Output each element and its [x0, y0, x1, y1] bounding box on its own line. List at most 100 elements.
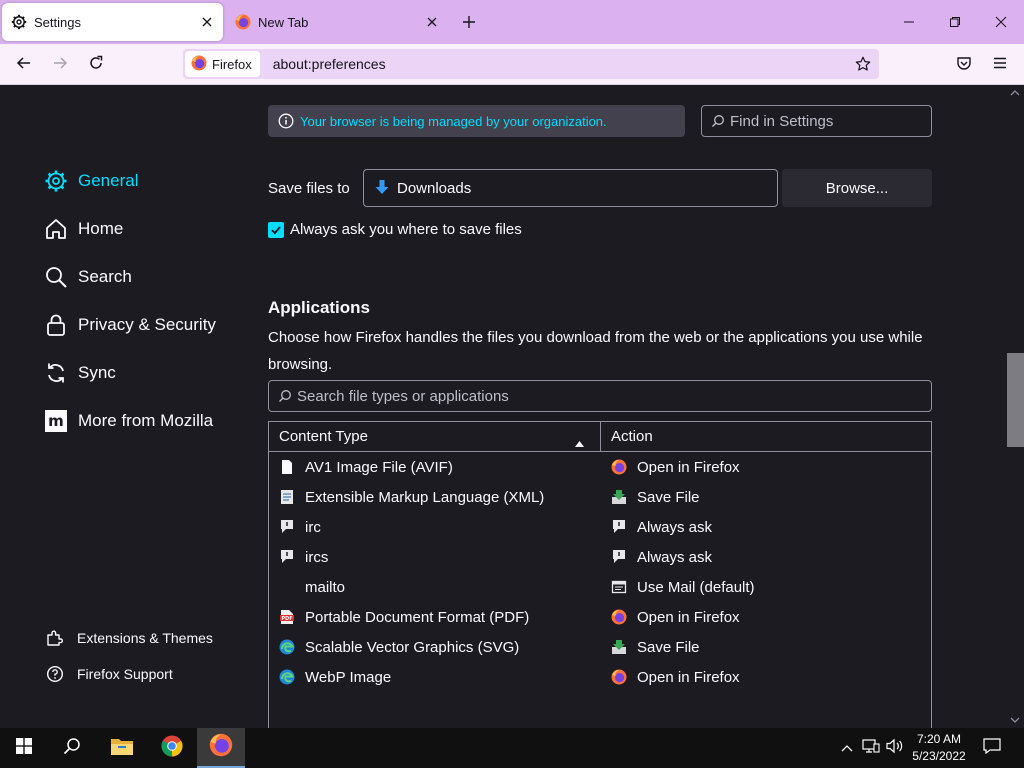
- scroll-down-icon[interactable]: [1009, 715, 1021, 725]
- info-icon: [278, 113, 294, 129]
- forward-button[interactable]: [46, 51, 74, 79]
- speaker-icon: [886, 738, 904, 759]
- sidebar-item-more-from-mozilla[interactable]: m More from Mozilla: [44, 409, 213, 433]
- sidebar-item-label: Firefox Support: [77, 666, 173, 682]
- table-row[interactable]: AV1 Image File (AVIF) Open in Firefox: [269, 452, 931, 482]
- policies-notice[interactable]: Your browser is being managed by your or…: [268, 105, 685, 137]
- table-row[interactable]: Extensible Markup Language (XML) Save Fi…: [269, 482, 931, 512]
- download-folder-name: Downloads: [397, 179, 472, 197]
- network-button[interactable]: [860, 728, 882, 768]
- pocket-button[interactable]: [950, 51, 978, 79]
- hamburger-icon: [992, 55, 1008, 76]
- tab-label: New Tab: [258, 14, 309, 30]
- content-type-cell: PDF Portable Document Format (PDF): [269, 602, 601, 632]
- tab-label: Settings: [34, 14, 81, 30]
- file-explorer-button[interactable]: [98, 728, 146, 768]
- close-tab-icon[interactable]: [421, 11, 443, 33]
- table-row[interactable]: WebP Image Open in Firefox: [269, 662, 931, 692]
- show-hidden-icons-button[interactable]: [838, 728, 856, 768]
- table-row[interactable]: mailto Use Mail (default): [269, 572, 931, 602]
- tab-settings[interactable]: Settings: [2, 3, 223, 41]
- notifications-button[interactable]: [978, 728, 1006, 768]
- applications-heading: Applications: [268, 298, 371, 317]
- action-cell[interactable]: Use Mail (default): [601, 572, 931, 602]
- bookmark-star-icon[interactable]: [850, 51, 876, 77]
- action-label: Always ask: [637, 518, 713, 536]
- identity-box[interactable]: Firefox: [185, 51, 260, 77]
- always-ask-checkbox-row[interactable]: Always ask you where to save files: [268, 221, 522, 238]
- maximize-button[interactable]: [940, 8, 970, 36]
- navigation-toolbar: Firefox about:preferences: [0, 44, 1024, 85]
- action-cell[interactable]: Open in Firefox: [601, 662, 931, 692]
- browse-button[interactable]: Browse...: [782, 169, 932, 207]
- close-window-button[interactable]: [986, 8, 1016, 36]
- action-cell[interactable]: Open in Firefox: [601, 452, 931, 482]
- save-files-label: Save files to: [268, 180, 350, 197]
- file-type-search-input[interactable]: Search file types or applications: [268, 380, 932, 412]
- content-type-cell: WebP Image: [269, 662, 601, 692]
- action-label: Open in Firefox: [637, 668, 740, 686]
- chrome-button[interactable]: [148, 728, 196, 768]
- action-column-header[interactable]: Action: [601, 422, 931, 451]
- search-icon: [63, 737, 81, 760]
- file-search-placeholder: Search file types or applications: [297, 387, 509, 405]
- firefox-taskbar-button[interactable]: [197, 728, 245, 768]
- reload-button[interactable]: [82, 51, 110, 79]
- action-cell[interactable]: Always ask: [601, 512, 931, 542]
- sidebar-item-label: Extensions & Themes: [77, 630, 213, 646]
- blank-icon: [279, 579, 295, 595]
- back-button[interactable]: [10, 51, 38, 79]
- save-file-icon: [611, 489, 627, 505]
- search-icon: [278, 389, 292, 403]
- clock-date: 5/23/2022: [912, 749, 966, 763]
- action-cell[interactable]: Save File: [601, 632, 931, 662]
- sidebar-item-home[interactable]: Home: [44, 217, 123, 241]
- taskbar-search-button[interactable]: [48, 728, 96, 768]
- gear-icon: [44, 169, 68, 193]
- network-icon: [862, 738, 880, 759]
- minimize-button[interactable]: [894, 8, 924, 36]
- close-tab-icon[interactable]: [196, 11, 218, 33]
- help-icon: [46, 665, 64, 683]
- svg-text:m: m: [48, 412, 64, 430]
- download-folder-field[interactable]: Downloads: [363, 169, 778, 207]
- address-bar[interactable]: Firefox about:preferences: [183, 49, 879, 79]
- pdf-icon: PDF: [279, 609, 295, 625]
- action-label: Use Mail (default): [637, 578, 755, 596]
- find-in-settings-input[interactable]: Find in Settings: [701, 105, 932, 137]
- action-cell[interactable]: Always ask: [601, 542, 931, 572]
- table-row[interactable]: ircs Always ask: [269, 542, 931, 572]
- tab-new-tab[interactable]: New Tab: [226, 3, 448, 41]
- firefox-icon: [611, 459, 627, 475]
- system-clock[interactable]: 7:20 AM 5/23/2022: [908, 731, 970, 765]
- content-type-column-header[interactable]: Content Type: [269, 422, 601, 451]
- action-cell[interactable]: Open in Firefox: [601, 602, 931, 632]
- table-row[interactable]: Scalable Vector Graphics (SVG) Save File: [269, 632, 931, 662]
- content-type-label: mailto: [305, 578, 346, 596]
- start-button[interactable]: [0, 728, 48, 768]
- content-type-label: Portable Document Format (PDF): [305, 608, 530, 626]
- action-label: Open in Firefox: [637, 458, 740, 476]
- always-ask-checkbox[interactable]: [268, 221, 284, 238]
- sidebar-item-sync[interactable]: Sync: [44, 361, 116, 385]
- url-text[interactable]: about:preferences: [273, 56, 850, 72]
- sidebar-item-extensions-themes[interactable]: Extensions & Themes: [46, 629, 213, 647]
- firefox-icon: [611, 669, 627, 685]
- scroll-up-icon[interactable]: [1009, 88, 1021, 98]
- content-type-label: ircs: [305, 548, 329, 566]
- sidebar-item-search[interactable]: Search: [44, 265, 132, 289]
- sidebar-item-firefox-support[interactable]: Firefox Support: [46, 665, 173, 683]
- clock-time: 7:20 AM: [916, 732, 962, 746]
- sidebar-item-general[interactable]: General: [44, 169, 138, 193]
- sidebar-item-privacy-security[interactable]: Privacy & Security: [44, 313, 216, 337]
- action-cell[interactable]: Save File: [601, 482, 931, 512]
- table-row[interactable]: irc Always ask: [269, 512, 931, 542]
- menu-button[interactable]: [986, 51, 1014, 79]
- new-tab-button[interactable]: [458, 11, 480, 33]
- home-icon: [44, 217, 68, 241]
- volume-button[interactable]: [884, 728, 906, 768]
- table-row[interactable]: PDF Portable Document Format (PDF) Open …: [269, 602, 931, 632]
- content-type-label: irc: [305, 518, 321, 536]
- scrollbar-thumb[interactable]: [1007, 353, 1024, 447]
- tab-strip: Settings New Tab: [0, 0, 1024, 44]
